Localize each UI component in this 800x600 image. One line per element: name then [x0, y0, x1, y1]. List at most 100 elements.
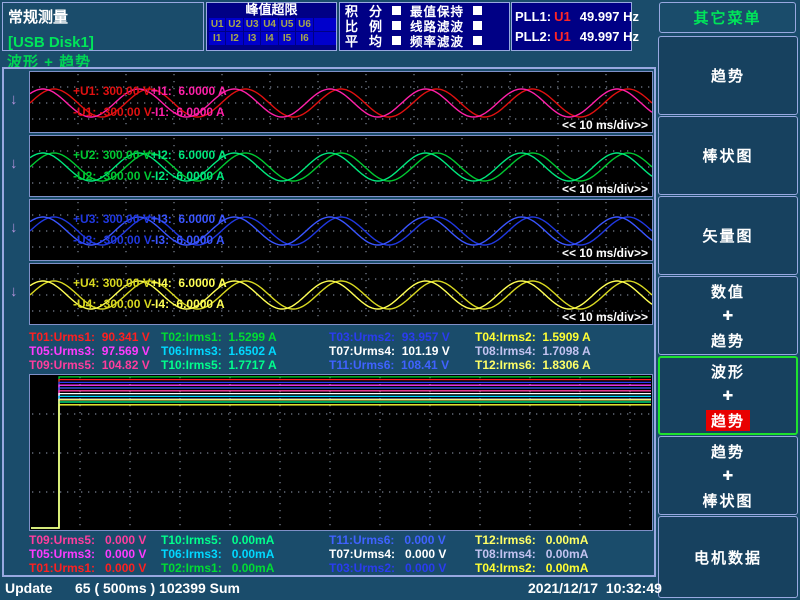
power-analyzer-screen: 常规测量 [USB Disk1] 峰值超限 U1U2U3U4U5U6 I1I2I…	[0, 0, 800, 600]
waveform-panel: ↓ +U1: 300.00 V+I1: 6.0000 A -U1: -300.0…	[29, 71, 653, 133]
pll-source: U1	[554, 9, 571, 24]
trend-plot	[29, 374, 653, 531]
current-min-label: -I2: -6.0000 A	[151, 169, 225, 183]
trend-start-value: T08:Irms4: 0.00mA	[475, 547, 653, 561]
waveform-panel: ↓ +U2: 300.00 V+I2: 6.0000 A -U2: -300.0…	[29, 135, 653, 197]
voltage-min-label: -U1: -300.00 V	[73, 105, 151, 119]
trend-value: T12:Irms6: 1.8306 A	[475, 358, 653, 372]
current-min-label: -I3: -6.0000 A	[151, 233, 225, 247]
toggle-char-2: 均	[369, 31, 385, 50]
current-min-label: -I4: -6.0000 A	[151, 297, 225, 311]
peak-overlimit-title: 峰值超限	[207, 3, 336, 17]
menu-item-vector-diagram[interactable]: 矢量图	[658, 196, 798, 275]
peak-i-cell: I2	[226, 32, 242, 45]
trend-value: T09:Urms5: 104.82 V	[29, 358, 161, 372]
waveform-scale-bottom: -U3: -300.00 V-I3: -6.0000 A	[33, 221, 225, 260]
trend-value-labels-bottom: T09:Urms5: 0.000 VT10:Irms5: 0.00mAT11:U…	[29, 533, 653, 575]
waveform-panel: ↓ +U4: 300.00 V+I4: 6.0000 A -U4: -300.0…	[29, 263, 653, 325]
menu-item-trend-bar-graph[interactable]: 趋势 ✚ 棒状图	[658, 436, 798, 515]
waveform-scale-bottom: -U4: -300.00 V-I4: -6.0000 A	[33, 285, 225, 324]
menu-item-label: 趋势	[711, 65, 745, 86]
trend-start-value: T07:Urms4: 0.000 V	[329, 547, 475, 561]
trend-start-value: T03:Urms2: 0.000 V	[329, 561, 475, 575]
trend-start-value: T06:Irms3: 0.00mA	[161, 547, 329, 561]
menu-title: 其它菜单	[659, 2, 796, 33]
timebase-label: << 10 ms/div>>	[562, 311, 648, 324]
filter-checkbox[interactable]	[473, 36, 482, 45]
trend-value: T04:Irms2: 1.5909 A	[475, 330, 653, 344]
menu-item-label: 矢量图	[702, 225, 753, 246]
filter-toggle-box: 积 分 最值保持 比 例 线路滤波 平 均 频率滤波	[339, 2, 510, 51]
trend-value: T08:Irms4: 1.7098 A	[475, 344, 653, 358]
usb-disk-label: [USB Disk1]	[8, 34, 94, 51]
trend-value: T05:Urms3: 97.569 V	[29, 344, 161, 358]
waveform-scope: +U1: 300.00 V+I1: 6.0000 A -U1: -300.00 …	[29, 71, 653, 133]
waveform-scope: +U2: 300.00 V+I2: 6.0000 A -U2: -300.00 …	[29, 135, 653, 197]
voltage-min-label: -U2: -300.00 V	[73, 169, 151, 183]
datetime: 2021/12/17 10:32:49	[528, 580, 662, 596]
peak-i-row: I1I2I3I4I5I6	[209, 32, 336, 45]
trend-value: T01:Urms1: 90.341 V	[29, 330, 161, 344]
trend-value: T11:Urms6: 108.41 V	[329, 358, 475, 372]
timebase-label: << 10 ms/div>>	[562, 247, 648, 260]
mode-title: 常规测量	[8, 6, 68, 27]
peak-overlimit-box: 峰值超限 U1U2U3U4U5U6 I1I2I3I4I5I6	[206, 2, 337, 51]
peak-u-cell: U4	[261, 18, 277, 31]
trend-value: T03:Urms2: 93.957 V	[329, 330, 475, 344]
pll-row: PLL1: U1 49.997 Hz	[512, 6, 631, 26]
menu-item-label-highlighted: 趋势	[706, 410, 750, 431]
pll-row: PLL2: U1 49.997 Hz	[512, 26, 631, 46]
peak-i-cell	[314, 32, 336, 45]
toggle-checkbox[interactable]	[392, 6, 401, 15]
pll-label: PLL1:	[515, 9, 551, 24]
waveform-panel: ↓ +U3: 300.00 V+I3: 6.0000 A -U3: -300.0…	[29, 199, 653, 261]
pll-frequency: 49.997 Hz	[580, 9, 639, 24]
toggle-checkbox[interactable]	[392, 36, 401, 45]
timebase-label: << 10 ms/div>>	[562, 119, 648, 132]
peak-i-cell: I5	[279, 32, 295, 45]
trend-start-value: T01:Urms1: 0.000 V	[29, 561, 161, 575]
peak-u-cell	[314, 18, 336, 31]
voltage-min-label: -U4: -300.00 V	[73, 297, 151, 311]
trend-start-value: T02:Irms1: 0.00mA	[161, 561, 329, 575]
waveform-scale-bottom: -U2: -300.00 V-I2: -6.0000 A	[33, 157, 225, 196]
plus-icon: ✚	[723, 388, 734, 404]
peak-u-cell: U3	[244, 18, 260, 31]
toggle-char-1: 平	[345, 31, 361, 50]
menu-item-numeric-trend[interactable]: 数值 ✚ 趋势	[658, 276, 798, 355]
menu-item-label: 棒状图	[702, 490, 753, 511]
menu-item-label: 波形	[711, 361, 745, 382]
menu-item-trend[interactable]: 趋势	[658, 36, 798, 115]
trend-start-value: T04:Irms2: 0.00mA	[475, 561, 653, 575]
waveform-scope: +U4: 300.00 V+I4: 6.0000 A -U4: -300.00 …	[29, 263, 653, 325]
trend-start-value: T09:Urms5: 0.000 V	[29, 533, 161, 547]
peak-i-cell: I1	[209, 32, 225, 45]
peak-u-cell: U6	[296, 18, 312, 31]
trend-value: T02:Irms1: 1.5299 A	[161, 330, 329, 344]
trend-value: T10:Irms5: 1.7717 A	[161, 358, 329, 372]
peak-u-row: U1U2U3U4U5U6	[209, 18, 336, 31]
trigger-arrow-icon: ↓	[10, 283, 18, 300]
trend-plot-svg	[30, 375, 652, 530]
menu-item-bar-graph[interactable]: 棒状图	[658, 116, 798, 195]
filter-checkbox[interactable]	[473, 6, 482, 15]
menu-item-motor-data[interactable]: 电机数据	[658, 516, 798, 598]
trend-start-value: T05:Urms3: 0.000 V	[29, 547, 161, 561]
peak-i-cell: I6	[296, 32, 312, 45]
trigger-arrow-icon: ↓	[10, 219, 18, 236]
toggle-checkbox[interactable]	[392, 21, 401, 30]
trend-start-value: T11:Urms6: 0.000 V	[329, 533, 475, 547]
filter-checkbox[interactable]	[473, 21, 482, 30]
peak-u-cell: U5	[279, 18, 295, 31]
peak-u-cell: U2	[226, 18, 242, 31]
menu-item-waveform-trend-selected[interactable]: 波形 ✚ 趋势	[658, 356, 798, 435]
trend-value: T07:Urms4: 101.19 V	[329, 344, 475, 358]
voltage-min-label: -U3: -300.00 V	[73, 233, 151, 247]
timebase-label: << 10 ms/div>>	[562, 183, 648, 196]
waveform-scale-bottom: -U1: -300.00 V-I1: -6.0000 A	[33, 93, 225, 132]
peak-i-cell: I3	[244, 32, 260, 45]
menu-item-label: 趋势	[711, 330, 745, 351]
menu-item-label: 数值	[711, 281, 745, 302]
pll-frequency: 49.997 Hz	[580, 29, 639, 44]
waveform-scope: +U3: 300.00 V+I3: 6.0000 A -U3: -300.00 …	[29, 199, 653, 261]
